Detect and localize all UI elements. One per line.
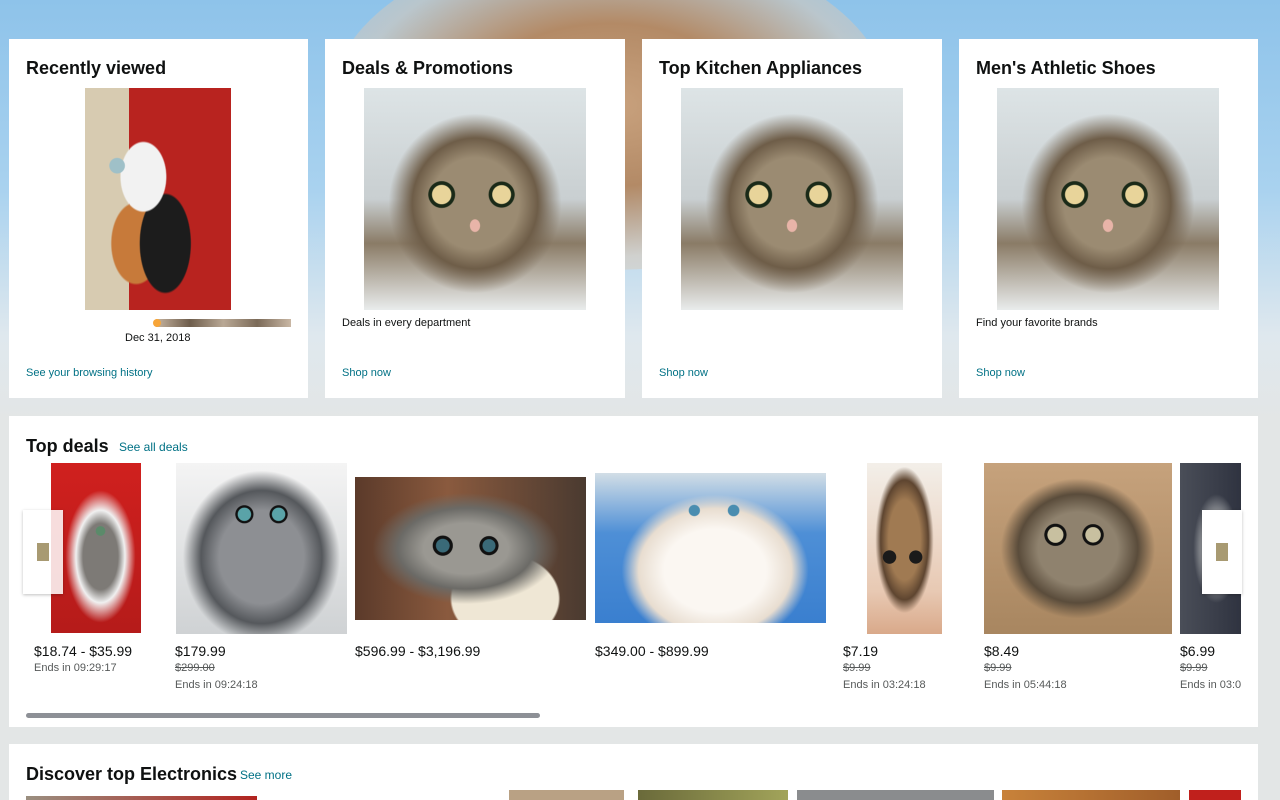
card-deals-promotions: Deals & Promotions Deals in every depart…: [325, 39, 625, 398]
recently-viewed-date: Dec 31, 2018: [125, 332, 191, 344]
card-title: Men's Athletic Shoes: [976, 58, 1156, 78]
deal-list-price: $9.99: [1180, 662, 1208, 674]
electronics-image[interactable]: [26, 796, 257, 800]
card-athletic-shoes: Men's Athletic Shoes Find your favorite …: [959, 39, 1258, 398]
card-recently-viewed: Recently viewed Dec 31, 2018 See your br…: [9, 39, 308, 398]
top-deals-section: Top deals See all deals $18.74 - $35.99 …: [9, 416, 1258, 727]
deals-promotions-image[interactable]: [364, 88, 586, 310]
strip-indicator: [153, 319, 161, 327]
carousel-prev-button[interactable]: [23, 510, 63, 594]
electronics-image[interactable]: [1189, 790, 1241, 800]
deal-item[interactable]: $6.99 $9.99 Ends in 03:0: [9, 416, 1241, 716]
shop-now-link[interactable]: Shop now: [976, 367, 1025, 379]
electronics-image[interactable]: [1002, 790, 1180, 800]
see-more-link[interactable]: See more: [240, 768, 292, 782]
card-title: Recently viewed: [26, 58, 167, 78]
card-kitchen-appliances: Top Kitchen Appliances Shop now: [642, 39, 942, 398]
card-title: Deals & Promotions: [342, 58, 514, 78]
recently-viewed-strip: [156, 319, 291, 327]
deal-timer: Ends in 03:0: [1180, 679, 1241, 691]
carousel-scrollbar[interactable]: [26, 713, 540, 718]
electronics-image[interactable]: [509, 790, 624, 800]
shop-now-link[interactable]: Shop now: [659, 367, 708, 379]
athletic-shoes-image[interactable]: [997, 88, 1219, 310]
browsing-history-link[interactable]: See your browsing history: [26, 367, 153, 379]
card-title: Top Kitchen Appliances: [659, 58, 863, 78]
deal-price: $6.99: [1180, 643, 1216, 659]
chevron-left-icon: [37, 543, 49, 561]
shop-now-link[interactable]: Shop now: [342, 367, 391, 379]
kitchen-appliances-image[interactable]: [681, 88, 903, 310]
card-subtitle: Find your favorite brands: [976, 317, 1098, 329]
recently-viewed-image[interactable]: [85, 88, 231, 310]
carousel-next-button[interactable]: [1202, 510, 1242, 594]
card-subtitle: Deals in every department: [342, 317, 471, 329]
chevron-right-icon: [1216, 543, 1228, 561]
electronics-image[interactable]: [638, 790, 788, 800]
electronics-image[interactable]: [797, 790, 994, 800]
electronics-section: Discover top Electronics See more: [9, 744, 1258, 800]
section-title: Discover top Electronics: [26, 764, 238, 784]
